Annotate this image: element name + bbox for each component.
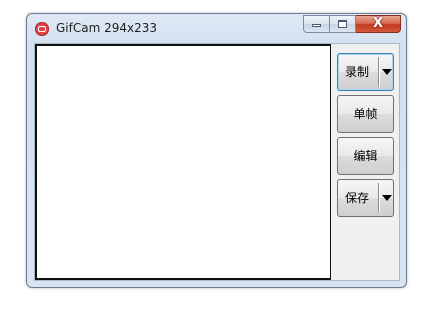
split-divider xyxy=(378,57,380,87)
record-button-label: 录制 xyxy=(345,65,370,79)
single-frame-button[interactable]: 单帧 xyxy=(337,95,394,133)
close-button[interactable]: X xyxy=(356,15,401,33)
edit-button-label: 编辑 xyxy=(353,149,378,163)
split-divider xyxy=(378,183,380,213)
maximize-icon xyxy=(338,20,347,28)
client-area: 录制 单帧 编辑 保存 xyxy=(34,43,400,281)
gifcam-app-icon[interactable] xyxy=(35,22,49,36)
gifcam-window: GifCam 294x233 X 录制 单帧 编辑 保存 xyxy=(26,13,407,288)
record-button[interactable]: 录制 xyxy=(337,53,394,91)
edit-button[interactable]: 编辑 xyxy=(337,137,394,175)
minimize-icon xyxy=(312,24,321,27)
save-button-label: 保存 xyxy=(345,191,370,205)
window-title: GifCam 294x233 xyxy=(56,21,158,35)
record-dropdown-arrow-icon[interactable] xyxy=(382,69,392,75)
minimize-button[interactable] xyxy=(303,15,330,33)
close-icon: X xyxy=(372,16,384,31)
single-frame-button-label: 单帧 xyxy=(353,107,378,121)
maximize-button[interactable] xyxy=(330,15,356,33)
capture-frame[interactable] xyxy=(35,44,331,280)
save-dropdown-arrow-icon[interactable] xyxy=(382,195,392,201)
caption-buttons: X xyxy=(303,15,401,34)
save-button[interactable]: 保存 xyxy=(337,179,394,217)
title-bar[interactable]: GifCam 294x233 X xyxy=(27,14,406,44)
